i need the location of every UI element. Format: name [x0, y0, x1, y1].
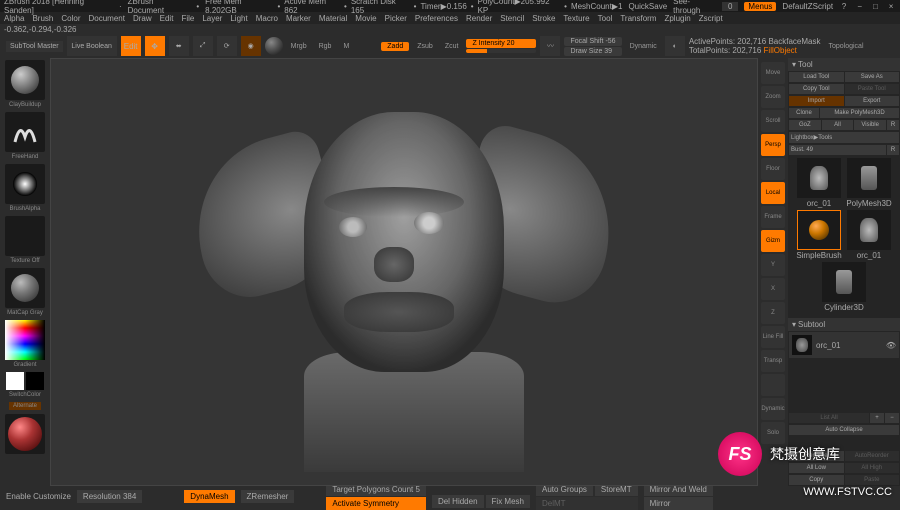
- alpha-thumb[interactable]: [5, 164, 45, 204]
- menu-material[interactable]: Material: [319, 14, 347, 23]
- menu-light[interactable]: Light: [230, 14, 247, 23]
- bottom-bar: Enable Customize Resolution 384 DynaMesh…: [0, 486, 900, 506]
- color-picker[interactable]: [5, 320, 45, 360]
- quicksave-button[interactable]: QuickSave: [628, 2, 667, 11]
- brush-thumb[interactable]: [5, 60, 45, 100]
- menu-movie[interactable]: Movie: [355, 14, 376, 23]
- move-button[interactable]: ⬌: [169, 36, 189, 56]
- mask-icon[interactable]: ◐: [665, 36, 685, 56]
- shelf-gizm[interactable]: Gizm: [761, 230, 785, 252]
- menu-texture[interactable]: Texture: [563, 14, 589, 23]
- menu-stroke[interactable]: Stroke: [532, 14, 555, 23]
- tool-item[interactable]: orc_01: [795, 158, 843, 208]
- menu-file[interactable]: File: [181, 14, 194, 23]
- shelf-frame[interactable]: Frame: [761, 206, 785, 228]
- top-toolbar: SubTool Master Live Boolean Edit ✥ ⬌ ⤢ ⟳…: [0, 34, 900, 58]
- shelf-z[interactable]: Z: [761, 302, 785, 324]
- stroke-thumb[interactable]: [5, 112, 45, 152]
- menu-bar: Alpha Brush Color Document Draw Edit File Layer…: [0, 12, 900, 24]
- shelf-local[interactable]: Local: [761, 182, 785, 204]
- shelf-icon13[interactable]: [761, 374, 785, 396]
- close-icon[interactable]: ×: [886, 2, 896, 11]
- shelf-move[interactable]: Move: [761, 62, 785, 84]
- maximize-icon[interactable]: □: [871, 2, 881, 11]
- edit-button[interactable]: Edit: [121, 36, 141, 56]
- main-color[interactable]: [6, 372, 24, 390]
- title-bar: ZBrush 2018 [Henning Sanden] · ZBrush Do…: [0, 0, 900, 12]
- tool-panel: ▾Tool Load ToolSave As Copy ToolPaste To…: [788, 58, 900, 486]
- menus-button[interactable]: Menus: [744, 2, 776, 11]
- subtool-item[interactable]: orc_01 👁: [789, 332, 899, 358]
- menu-render[interactable]: Render: [466, 14, 492, 23]
- shelf-line fill[interactable]: Line Fill: [761, 326, 785, 348]
- menu-stencil[interactable]: Stencil: [500, 14, 524, 23]
- gizmo-button[interactable]: ◉: [241, 36, 261, 56]
- menu-marker[interactable]: Marker: [286, 14, 311, 23]
- tool-item[interactable]: PolyMesh3D: [845, 158, 893, 208]
- dynamesh-button[interactable]: DynaMesh: [184, 490, 234, 503]
- right-shelf: MoveZoomScrollPerspFloorLocalFrameGizmYX…: [758, 58, 788, 486]
- secondary-color[interactable]: [26, 372, 44, 390]
- menu-color[interactable]: Color: [61, 14, 80, 23]
- menu-tool[interactable]: Tool: [598, 14, 613, 23]
- material-thumb[interactable]: [5, 268, 45, 308]
- sculpt-mesh: [164, 82, 644, 462]
- watermark-url: WWW.FSTVC.CC: [803, 486, 892, 498]
- liveboolean-button[interactable]: Live Boolean: [67, 36, 117, 56]
- texture-thumb[interactable]: [5, 216, 45, 256]
- minimize-icon[interactable]: −: [855, 2, 865, 11]
- shelf-y[interactable]: Y: [761, 254, 785, 276]
- preview-sphere[interactable]: [5, 414, 45, 454]
- tool-item[interactable]: Cylinder3D: [820, 262, 868, 312]
- shelf-persp[interactable]: Persp: [761, 134, 785, 156]
- menu-zscript[interactable]: Zscript: [699, 14, 723, 23]
- viewport[interactable]: [50, 58, 758, 486]
- shelf-transp[interactable]: Transp: [761, 350, 785, 372]
- menu-macro[interactable]: Macro: [256, 14, 278, 23]
- shelf-dynamic[interactable]: Dynamic: [761, 398, 785, 420]
- help-icon[interactable]: ?: [839, 2, 849, 11]
- zintensity-slider[interactable]: [466, 49, 536, 53]
- menu-transform[interactable]: Transform: [620, 14, 656, 23]
- tool-item[interactable]: SimpleBrush: [795, 210, 843, 260]
- tool-item[interactable]: orc_01: [845, 210, 893, 260]
- menu-preferences[interactable]: Preferences: [415, 14, 458, 23]
- shelf-scroll[interactable]: Scroll: [761, 110, 785, 132]
- menu-brush[interactable]: Brush: [32, 14, 53, 23]
- zadd-button[interactable]: Zadd: [381, 42, 409, 51]
- menu-edit[interactable]: Edit: [160, 14, 174, 23]
- shelf-floor[interactable]: Floor: [761, 158, 785, 180]
- rotate-button[interactable]: ⟳: [217, 36, 237, 56]
- shelf-solo[interactable]: Solo: [761, 422, 785, 444]
- curve-icon[interactable]: 〰: [540, 36, 560, 56]
- draw-button[interactable]: ✥: [145, 36, 165, 56]
- left-tray: ClayBuildup FreeHand BrushAlpha Texture …: [0, 58, 50, 486]
- scale-button[interactable]: ⤢: [193, 36, 213, 56]
- menu-layer[interactable]: Layer: [202, 14, 222, 23]
- menu-draw[interactable]: Draw: [133, 14, 152, 23]
- status-line: -0.362,-0.294,-0.326: [0, 24, 900, 34]
- menu-picker[interactable]: Picker: [385, 14, 407, 23]
- menu-zplugin[interactable]: Zplugin: [664, 14, 690, 23]
- material-sphere[interactable]: [265, 37, 283, 55]
- shelf-x[interactable]: X: [761, 278, 785, 300]
- menu-alpha[interactable]: Alpha: [4, 14, 24, 23]
- subtool-master-button[interactable]: SubTool Master: [6, 41, 63, 52]
- visibility-icon[interactable]: 👁: [886, 341, 896, 350]
- menu-document[interactable]: Document: [89, 14, 125, 23]
- shelf-zoom[interactable]: Zoom: [761, 86, 785, 108]
